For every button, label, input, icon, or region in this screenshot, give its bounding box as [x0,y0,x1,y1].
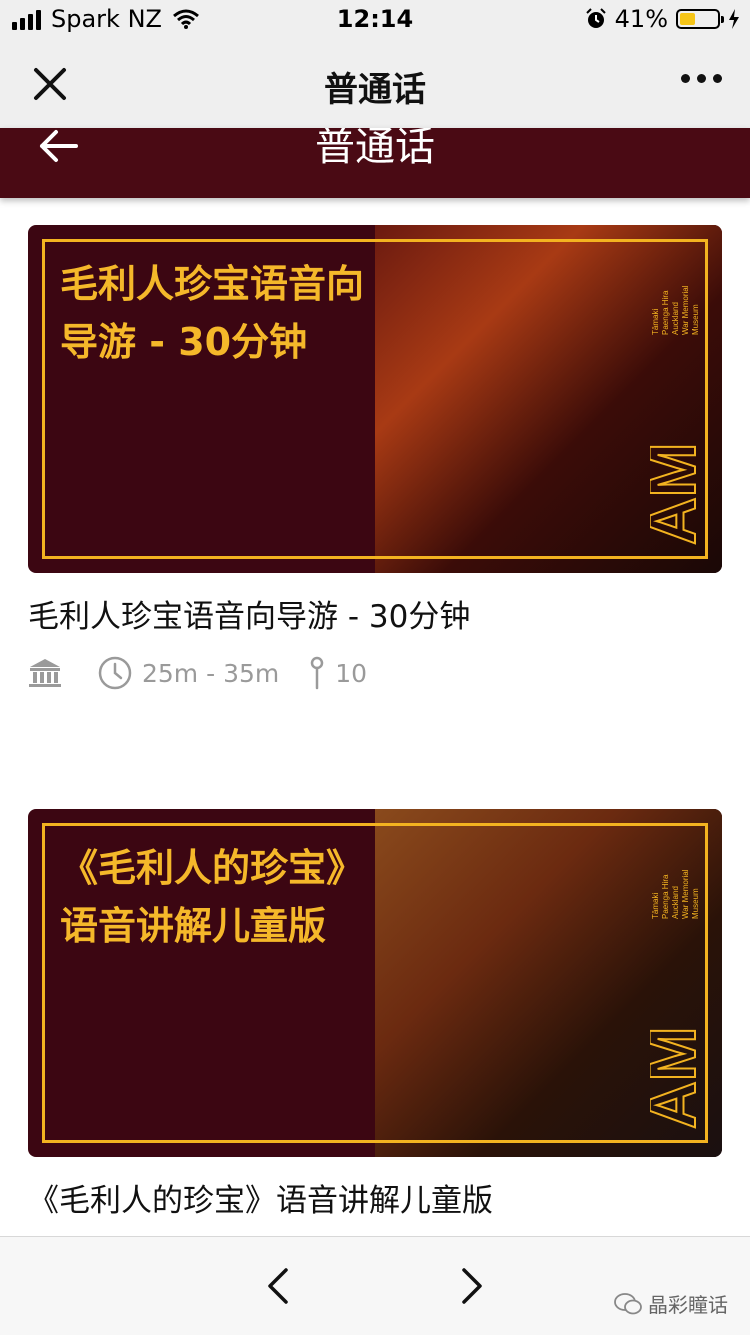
wechat-icon [614,1292,642,1314]
page-title: 普通话 [315,128,435,170]
chevron-right-icon[interactable] [458,1267,488,1305]
watermark: 晶彩瞳话 [614,1289,728,1318]
clock-icon [98,656,132,690]
svg-text:Paenga Hira: Paenga Hira [661,874,670,919]
battery-percent: 41% [614,5,668,33]
svg-text:Auckland: Auckland [671,886,680,919]
svg-text:War Memorial: War Memorial [681,869,690,919]
svg-text:Museum: Museum [691,304,700,335]
wechat-title: 普通话 [324,70,426,110]
svg-text:Tāmaki: Tāmaki [651,893,660,919]
museum-icon [29,659,61,687]
tour-name[interactable]: 毛利人珍宝语音向导游 - 30分钟 [28,591,722,636]
museum-logo: Tāmaki Paenga Hira Auckland War Memorial… [650,285,700,546]
browser-toolbar: 晶彩瞳话 [0,1236,750,1335]
tour-meta: 25m - 35m 10 [28,656,722,690]
alarm-icon [585,8,606,28]
status-bar: Spark NZ 12:14 41% [0,0,750,40]
page-header: 普通话 [0,128,750,198]
tour-banner[interactable]: 《毛利人的珍宝》语音讲解儿童版 Tāmaki Paenga Hira Auckl… [28,809,722,1157]
tour-name[interactable]: 《毛利人的珍宝》语音讲解儿童版 [28,1175,722,1220]
status-right: 41% [585,5,740,33]
chevron-left-icon[interactable] [262,1267,292,1305]
battery-icon [676,9,724,29]
svg-text:AM: AM [650,1026,700,1129]
charging-icon [729,9,739,29]
tour-card[interactable]: 《毛利人的珍宝》语音讲解儿童版 Tāmaki Paenga Hira Auckl… [28,809,722,1220]
tour-duration: 25m - 35m [142,658,280,688]
svg-text:Paenga Hira: Paenga Hira [661,290,670,335]
tour-stops: 10 [335,658,368,688]
banner-title: 毛利人珍宝语音向导游 - 30分钟 [60,262,365,364]
tour-card[interactable]: 毛利人珍宝语音向导游 - 30分钟 Tāmaki Paenga Hira Auc… [28,225,722,690]
svg-text:AM: AM [650,442,700,545]
wechat-nav-bar: 普通话 [0,40,750,129]
svg-text:War Memorial: War Memorial [681,285,690,335]
svg-text:Auckland: Auckland [671,302,680,335]
map-pin-icon [311,656,324,690]
more-options-icon[interactable] [681,74,722,83]
tour-banner[interactable]: 毛利人珍宝语音向导游 - 30分钟 Tāmaki Paenga Hira Auc… [28,225,722,573]
watermark-text: 晶彩瞳话 [648,1293,728,1317]
museum-logo: Tāmaki Paenga Hira Auckland War Memorial… [650,869,700,1130]
svg-text:Tāmaki: Tāmaki [651,309,660,335]
svg-text:Museum: Museum [691,888,700,919]
banner-title: 《毛利人的珍宝》语音讲解儿童版 [60,846,365,948]
